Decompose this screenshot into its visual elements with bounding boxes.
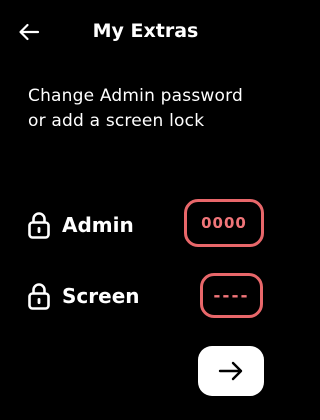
screen-row: Screen ---- <box>28 270 268 322</box>
lock-icon <box>28 283 50 310</box>
description-text: Change Admin password or add a screen lo… <box>28 86 243 131</box>
admin-password-button[interactable]: 0000 <box>184 199 264 247</box>
arrow-right-icon <box>218 361 243 381</box>
page-title: My Extras <box>92 20 199 42</box>
header: My Extras <box>0 0 281 62</box>
next-button[interactable] <box>198 346 264 396</box>
admin-label: Admin <box>62 213 134 237</box>
screen-lock-button[interactable]: ---- <box>200 273 263 318</box>
lock-icon <box>28 212 50 239</box>
screen-label: Screen <box>62 284 140 308</box>
admin-row: Admin 0000 <box>28 199 268 251</box>
